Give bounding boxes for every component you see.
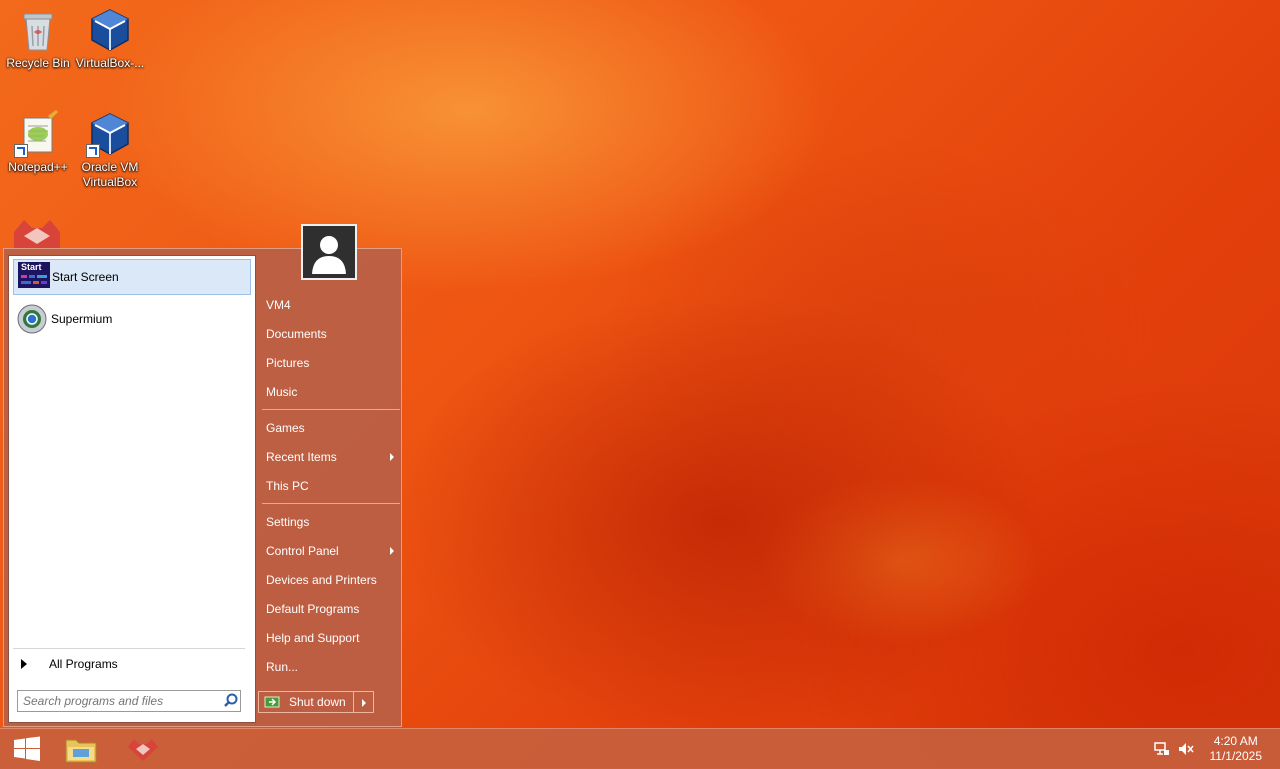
menu-item-label: Run... bbox=[266, 660, 299, 674]
user-avatar[interactable] bbox=[301, 224, 357, 280]
menu-item-label: This PC bbox=[266, 479, 309, 493]
desktop-icon-label: VirtualBox-... bbox=[75, 56, 145, 70]
start-button-icon bbox=[14, 736, 40, 761]
clock-time: 4:20 AM bbox=[1213, 734, 1258, 748]
divider bbox=[13, 648, 245, 649]
shortcut-arrow-icon bbox=[86, 144, 100, 158]
program-supermium[interactable]: Supermium bbox=[13, 301, 251, 337]
submenu-arrow-icon bbox=[390, 547, 394, 555]
virtualbox-icon bbox=[86, 6, 134, 54]
desktop-icon-partial[interactable] bbox=[12, 218, 62, 248]
shutdown-label: Shut down bbox=[289, 695, 346, 709]
menu-item-label: VM4 bbox=[266, 298, 291, 312]
programs-pane: Start Start Screen Supermium All Program… bbox=[8, 255, 256, 723]
app-icon bbox=[128, 739, 158, 761]
search-box[interactable] bbox=[17, 690, 241, 712]
taskbar-app[interactable] bbox=[116, 729, 170, 769]
menu-item-devices-and-printers[interactable]: Devices and Printers bbox=[262, 567, 400, 593]
desktop-icon-recycle-bin[interactable]: Recycle Bin bbox=[0, 0, 76, 71]
menu-item-label: Games bbox=[266, 421, 305, 435]
menu-item-games[interactable]: Games bbox=[262, 415, 400, 441]
menu-item-label: Help and Support bbox=[266, 631, 360, 645]
app-icon bbox=[14, 220, 60, 248]
clock[interactable]: 4:20 AM 11/1/2025 bbox=[1210, 734, 1263, 764]
menu-item-run[interactable]: Run... bbox=[262, 654, 400, 680]
shutdown-options-button[interactable] bbox=[354, 691, 374, 713]
menu-item-documents[interactable]: Documents bbox=[262, 321, 400, 347]
menu-item-label: Settings bbox=[266, 515, 310, 529]
desktop-icon-oracle-vm-virtualbox[interactable]: Oracle VM VirtualBox bbox=[72, 104, 148, 190]
taskbar: 4:20 AM 11/1/2025 bbox=[0, 728, 1280, 769]
all-programs-button[interactable]: All Programs bbox=[17, 654, 245, 674]
menu-item-label: Devices and Printers bbox=[266, 573, 377, 587]
supermium-icon bbox=[17, 304, 47, 334]
menu-item-control-panel[interactable]: Control Panel bbox=[262, 538, 400, 564]
menu-item-this-pc[interactable]: This PC bbox=[262, 473, 400, 499]
menu-item-label: Pictures bbox=[266, 356, 310, 370]
clock-date: 11/1/2025 bbox=[1209, 749, 1263, 763]
shutdown-button[interactable]: Shut down bbox=[258, 691, 354, 713]
volume-muted-icon[interactable] bbox=[1178, 741, 1194, 757]
triangle-right-icon bbox=[21, 659, 27, 669]
search-input[interactable] bbox=[18, 693, 222, 709]
start-screen-badge: Start bbox=[21, 262, 42, 272]
search-icon[interactable] bbox=[222, 692, 240, 710]
program-label: Start Screen bbox=[52, 270, 119, 284]
menu-item-label: Control Panel bbox=[266, 544, 339, 558]
start-menu: Start Start Screen Supermium All Program… bbox=[3, 224, 402, 727]
menu-item-label: Default Programs bbox=[266, 602, 360, 616]
menu-item-pictures[interactable]: Pictures bbox=[262, 350, 400, 376]
menu-item-label: Music bbox=[266, 385, 298, 399]
program-label: Supermium bbox=[51, 312, 113, 326]
menu-item-label: Recent Items bbox=[266, 450, 337, 464]
shortcut-arrow-icon bbox=[14, 144, 28, 158]
desktop-icon-label: Recycle Bin bbox=[6, 56, 70, 70]
desktop-icon-virtualbox[interactable]: VirtualBox-... bbox=[72, 0, 148, 71]
start-screen-icon: Start bbox=[18, 262, 50, 292]
divider bbox=[262, 409, 400, 410]
recycle-bin-icon bbox=[14, 6, 62, 54]
desktop-icon-label: Oracle VM VirtualBox bbox=[81, 160, 139, 189]
file-explorer-icon bbox=[65, 739, 97, 763]
menu-item-label: Documents bbox=[266, 327, 327, 341]
divider bbox=[262, 503, 400, 504]
taskbar-file-explorer[interactable] bbox=[54, 729, 108, 769]
all-programs-label: All Programs bbox=[49, 657, 118, 671]
shutdown-icon bbox=[264, 696, 280, 708]
menu-item-vm4[interactable]: VM4 bbox=[262, 292, 400, 318]
menu-item-recent-items[interactable]: Recent Items bbox=[262, 444, 400, 470]
notepad-plus-plus-icon bbox=[14, 110, 62, 158]
desktop-icon-notepad-plus-plus[interactable]: Notepad++ bbox=[0, 104, 76, 175]
menu-item-default-programs[interactable]: Default Programs bbox=[262, 596, 400, 622]
menu-item-help-and-support[interactable]: Help and Support bbox=[262, 625, 400, 651]
submenu-arrow-icon bbox=[390, 453, 394, 461]
start-button[interactable] bbox=[0, 729, 54, 769]
user-icon bbox=[312, 236, 346, 274]
menu-item-music[interactable]: Music bbox=[262, 379, 400, 405]
program-start-screen[interactable]: Start Start Screen bbox=[13, 259, 251, 295]
network-icon[interactable] bbox=[1154, 741, 1170, 757]
virtualbox-icon bbox=[86, 110, 134, 158]
desktop-icon-label: Notepad++ bbox=[8, 160, 68, 174]
menu-item-settings[interactable]: Settings bbox=[262, 509, 400, 535]
